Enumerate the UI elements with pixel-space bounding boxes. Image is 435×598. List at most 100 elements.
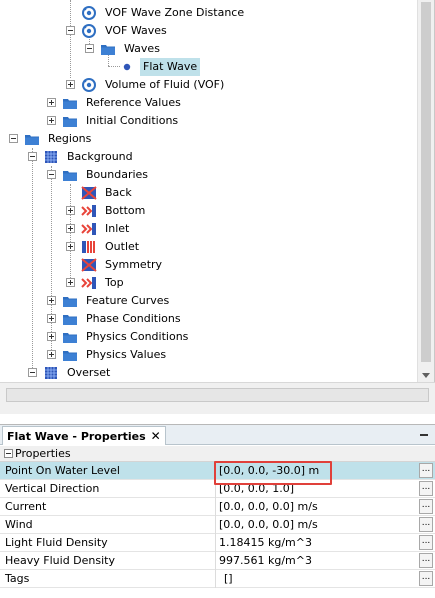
boundary-arrows-icon [81, 205, 96, 217]
property-row-light-fluid-density[interactable]: Light Fluid Density 1.18415 kg/m^3 ... [0, 534, 435, 552]
properties-section-header[interactable]: Properties [0, 446, 435, 462]
properties-panel: Flat Wave - Properties ✕ Properties Point… [0, 424, 435, 598]
edit-ellipsis-button[interactable]: ... [419, 481, 433, 496]
property-name: Point On Water Level [5, 464, 120, 477]
boundary-arrows-icon [81, 277, 96, 289]
property-name: Current [5, 500, 47, 513]
tree-item-label: Bottom [105, 204, 146, 217]
property-value[interactable]: 997.561 kg/m^3 [219, 552, 312, 570]
property-row-current[interactable]: Current [0.0, 0.0, 0.0] m/s ... [0, 498, 435, 516]
tree-item-label: Boundaries [86, 168, 149, 181]
annotation-highlight-box [214, 461, 332, 485]
tree-guide-line [51, 166, 52, 356]
tab-title: Flat Wave - Properties [7, 430, 146, 443]
close-icon[interactable]: ✕ [151, 429, 161, 443]
collapse-toggle-icon[interactable] [47, 170, 56, 179]
tree-guide-line [70, 0, 71, 78]
property-name: Vertical Direction [5, 482, 100, 495]
tab-flat-wave-properties[interactable]: Flat Wave - Properties ✕ [2, 426, 166, 445]
collapse-toggle-icon[interactable] [85, 44, 94, 53]
edit-ellipsis-button[interactable]: ... [419, 553, 433, 568]
tree-item-label: VOF Waves [105, 24, 167, 37]
collapse-toggle-icon[interactable] [4, 449, 13, 458]
properties-tab-bar: Flat Wave - Properties ✕ [0, 425, 435, 445]
property-value[interactable]: 1.18415 kg/m^3 [219, 534, 312, 552]
property-value[interactable]: [0.0, 0.0, 0.0] m/s [219, 516, 318, 534]
property-row-heavy-fluid-density[interactable]: Heavy Fluid Density 997.561 kg/m^3 ... [0, 552, 435, 570]
tree-item-label: Outlet [105, 240, 140, 253]
tree-item-label: Back [105, 186, 132, 199]
tree-item-label: Phase Conditions [86, 312, 181, 325]
region-icon [45, 151, 57, 163]
expand-toggle-icon[interactable] [47, 296, 56, 305]
dial-node-icon [82, 24, 96, 38]
tree-item-label: Feature Curves [86, 294, 170, 307]
tree-vertical-scrollbar[interactable] [417, 0, 434, 382]
simulation-tree-pane: VOF Wave Zone Distance VOF Waves Waves F… [0, 0, 435, 382]
tree-item-label: Initial Conditions [86, 114, 179, 127]
expand-toggle-icon[interactable] [47, 314, 56, 323]
folder-icon [63, 297, 77, 307]
region-icon [45, 367, 57, 379]
tree-item-label: VOF Wave Zone Distance [105, 6, 245, 19]
scroll-down-arrow-icon[interactable] [422, 373, 430, 378]
tree-guide-line [70, 184, 71, 284]
tree-item-label: Inlet [105, 222, 130, 235]
folder-icon [63, 351, 77, 361]
boundary-plain-icon [81, 258, 97, 272]
expand-toggle-icon[interactable] [47, 98, 56, 107]
collapse-toggle-icon[interactable] [28, 152, 37, 161]
tree-item-label: Physics Conditions [86, 330, 189, 343]
column-divider [215, 498, 216, 516]
property-row-tags[interactable]: Tags [] ... [0, 570, 435, 588]
property-name: Light Fluid Density [5, 536, 108, 549]
folder-icon [63, 315, 77, 325]
dial-node-icon [82, 78, 96, 92]
scrollbar-thumb[interactable] [421, 2, 431, 362]
section-label: Properties [15, 447, 71, 460]
expand-toggle-icon[interactable] [66, 278, 75, 287]
folder-icon [63, 117, 77, 127]
tree-item-label: Reference Values [86, 96, 181, 109]
expand-toggle-icon[interactable] [66, 80, 75, 89]
column-divider [215, 516, 216, 534]
dial-node-icon [82, 6, 96, 20]
expand-toggle-icon[interactable] [47, 350, 56, 359]
scrollbar-track[interactable] [6, 388, 429, 402]
property-name: Heavy Fluid Density [5, 554, 116, 567]
property-value[interactable]: [] [224, 570, 233, 588]
expand-toggle-icon[interactable] [66, 242, 75, 251]
boundary-outlet-icon [82, 241, 95, 253]
column-divider [215, 552, 216, 570]
edit-ellipsis-button[interactable]: ... [419, 499, 433, 514]
bullet-node-icon [123, 63, 131, 71]
tree-item-label: Regions [48, 132, 92, 145]
edit-ellipsis-button[interactable]: ... [419, 571, 433, 586]
edit-ellipsis-button[interactable]: ... [419, 517, 433, 532]
edit-ellipsis-button[interactable]: ... [419, 535, 433, 550]
property-name: Wind [5, 518, 33, 531]
collapse-toggle-icon[interactable] [9, 134, 18, 143]
expand-toggle-icon[interactable] [66, 206, 75, 215]
column-divider [215, 570, 216, 588]
column-divider [215, 534, 216, 552]
expand-toggle-icon[interactable] [66, 224, 75, 233]
property-name: Tags [5, 572, 30, 585]
tree-item-label: Symmetry [105, 258, 163, 271]
folder-icon [63, 333, 77, 343]
expand-toggle-icon[interactable] [47, 116, 56, 125]
edit-ellipsis-button[interactable]: ... [419, 463, 433, 478]
simulation-tree: VOF Wave Zone Distance VOF Waves Waves F… [0, 0, 417, 382]
property-row-wind[interactable]: Wind [0.0, 0.0, 0.0] m/s ... [0, 516, 435, 534]
tree-item-label: Physics Values [86, 348, 167, 361]
tree-horizontal-scrollbar[interactable] [0, 382, 435, 414]
folder-icon [25, 135, 39, 145]
collapse-toggle-icon[interactable] [66, 26, 75, 35]
tree-item-label: Background [67, 150, 133, 163]
tree-item-label: Overset [67, 366, 111, 379]
collapse-toggle-icon[interactable] [28, 368, 37, 377]
expand-toggle-icon[interactable] [47, 332, 56, 341]
tree-item-label: Flat Wave [140, 58, 201, 76]
minimize-icon[interactable] [420, 434, 428, 436]
property-value[interactable]: [0.0, 0.0, 0.0] m/s [219, 498, 318, 516]
